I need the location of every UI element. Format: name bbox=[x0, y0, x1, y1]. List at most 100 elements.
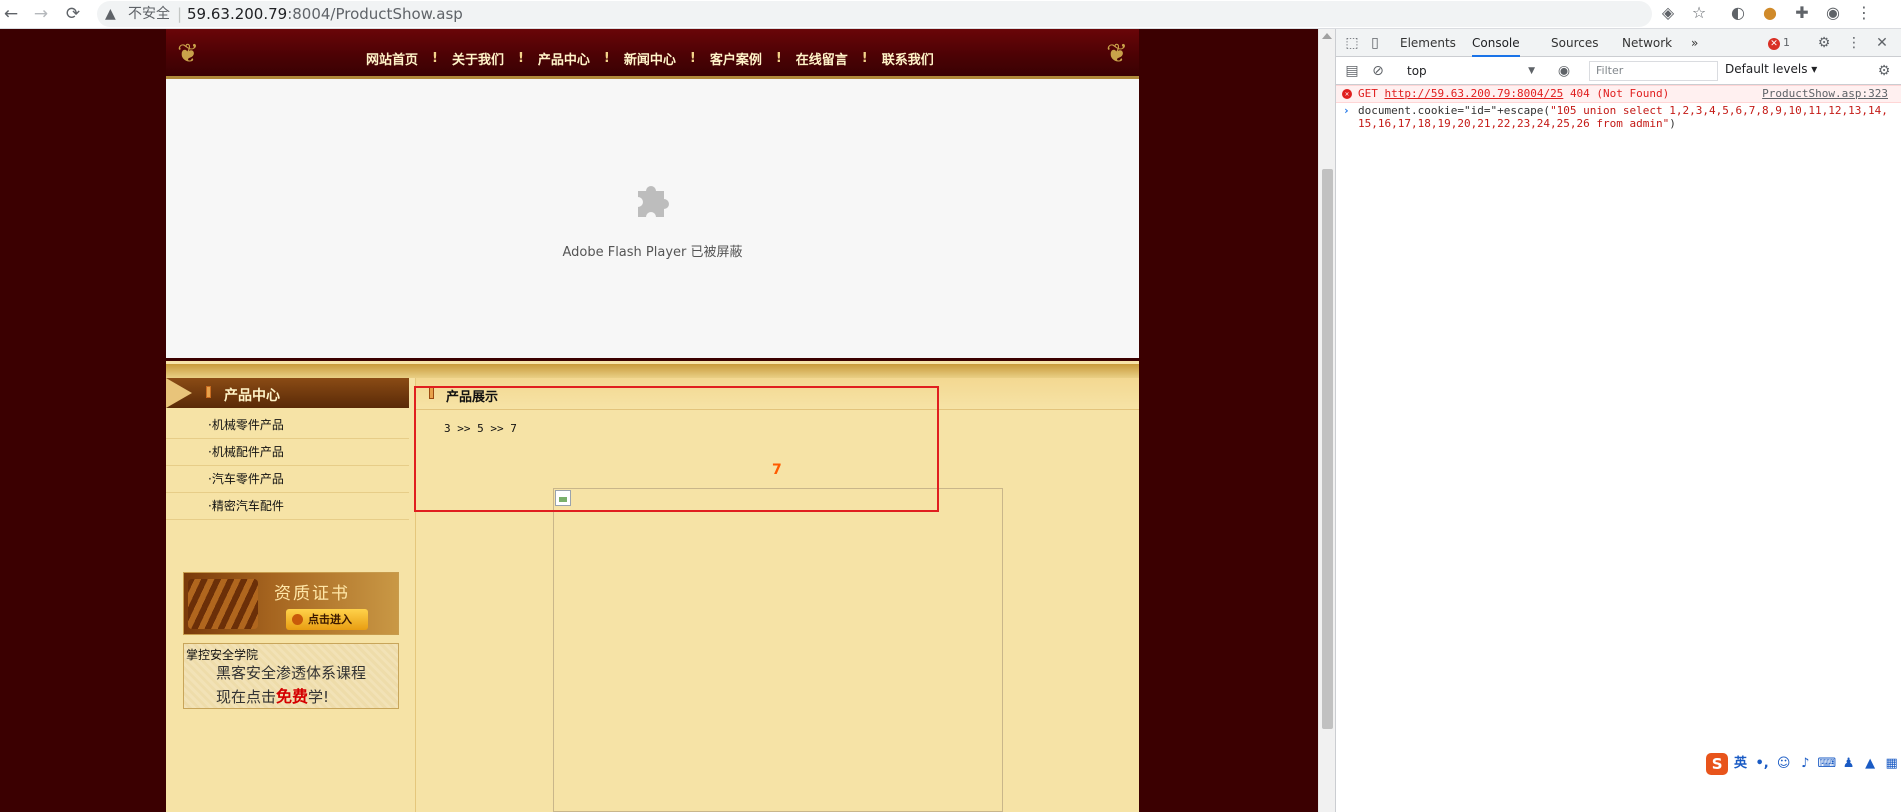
context-selector[interactable]: top ▼ bbox=[1407, 61, 1535, 81]
tab-sources[interactable]: Sources bbox=[1551, 29, 1598, 57]
cookie-extension-icon[interactable]: ● bbox=[1758, 1, 1782, 25]
more-tabs-button[interactable]: » bbox=[1691, 29, 1698, 57]
punctuation-icon[interactable]: •, bbox=[1753, 754, 1772, 774]
free-highlight: 免费 bbox=[276, 687, 309, 706]
extension-shield-icon[interactable]: ◐ bbox=[1726, 1, 1750, 25]
back-button[interactable]: ← bbox=[0, 3, 22, 25]
category-item[interactable]: ·汽车零件产品 bbox=[166, 466, 409, 493]
sidebar-header: 产品中心 bbox=[166, 378, 409, 408]
insecure-label: 不安全 bbox=[128, 6, 170, 22]
tab-console[interactable]: Console bbox=[1472, 29, 1520, 57]
category-item[interactable]: ·机械配件产品 bbox=[166, 439, 409, 466]
section-header: 产品展示 bbox=[416, 378, 1139, 410]
prompt-chevron-icon: › bbox=[1343, 104, 1350, 117]
academy-title: 掌控安全学院 bbox=[186, 648, 259, 662]
nav-cases[interactable]: 客户案例 bbox=[710, 49, 762, 68]
warning-icon: ▲ bbox=[105, 6, 116, 22]
command-suffix: ) bbox=[1669, 117, 1676, 130]
forward-button[interactable]: → bbox=[30, 3, 52, 25]
microphone-icon[interactable]: ♪ bbox=[1796, 754, 1815, 774]
address-separator: | bbox=[177, 5, 183, 23]
address-bar[interactable]: ▲ 不安全 | 59.63.200.79:8004/ProductShow.as… bbox=[97, 1, 1652, 27]
enter-button[interactable]: 点击进入 bbox=[286, 609, 368, 630]
nav-separator: ! bbox=[775, 50, 782, 66]
url-path: :8004/ProductShow.asp bbox=[287, 5, 463, 23]
error-count: 1 bbox=[1783, 36, 1790, 49]
sidebar-toggle-icon[interactable]: ▤ bbox=[1342, 61, 1362, 81]
flash-blocked-message: Adobe Flash Player 已被屏蔽 bbox=[562, 245, 743, 260]
console-toolbar: ▤ ⊘ top ▼ ◉ Filter Default levels ▾ ⚙ bbox=[1336, 57, 1901, 85]
academy-ad[interactable]: 掌控安全学院 黑客安全渗透体系课程 现在点击免费学! bbox=[183, 643, 399, 709]
nav-separator: ! bbox=[517, 50, 524, 66]
nav-separator: ! bbox=[603, 50, 610, 66]
emoji-icon[interactable]: ☺ bbox=[1774, 754, 1793, 774]
clear-console-icon[interactable]: ⊘ bbox=[1368, 61, 1388, 81]
url-host: 59.63.200.79 bbox=[187, 5, 288, 23]
nav-products[interactable]: 产品中心 bbox=[538, 49, 590, 68]
close-devtools-icon[interactable]: ✕ bbox=[1872, 33, 1892, 53]
page-scrollbar[interactable] bbox=[1318, 29, 1335, 812]
devtools-menu-icon[interactable]: ⋮ bbox=[1844, 33, 1864, 53]
console-filter-input[interactable]: Filter bbox=[1589, 61, 1718, 81]
extension-blocked-icon[interactable]: ◈ bbox=[1656, 1, 1680, 25]
ime-language-toggle[interactable]: 英 bbox=[1731, 754, 1750, 774]
console-settings-gear-icon[interactable]: ⚙ bbox=[1874, 61, 1894, 81]
chevron-down-icon: ▼ bbox=[1528, 66, 1535, 76]
scroll-up-arrow-icon[interactable] bbox=[1322, 33, 1332, 39]
nav-message[interactable]: 在线留言 bbox=[796, 49, 848, 68]
bookmark-star-icon[interactable]: ☆ bbox=[1687, 1, 1711, 25]
error-url-link[interactable]: http://59.63.200.79:8004/25 bbox=[1385, 87, 1564, 100]
error-source-link[interactable]: ProductShow.asp:323 bbox=[1762, 86, 1888, 102]
nav-news[interactable]: 新闻中心 bbox=[624, 49, 676, 68]
category-list: ·机械零件产品 ·机械配件产品 ·汽车零件产品 ·精密汽车配件 bbox=[166, 412, 409, 520]
scrollbar-thumb[interactable] bbox=[1322, 169, 1333, 729]
browser-toolbar: ← → ⟳ ▲ 不安全 | 59.63.200.79:8004/ProductS… bbox=[0, 0, 1901, 29]
log-levels-dropdown[interactable]: Default levels ▾ bbox=[1725, 62, 1817, 76]
error-method: GET bbox=[1358, 87, 1378, 100]
section-bullet-icon bbox=[429, 387, 434, 399]
nav-separator: ! bbox=[689, 50, 696, 66]
plugin-puzzle-icon bbox=[638, 186, 669, 217]
url-text[interactable]: 59.63.200.79:8004/ProductShow.asp bbox=[187, 1, 463, 27]
tab-network[interactable]: Network bbox=[1622, 29, 1672, 57]
console-command-row[interactable]: › document.cookie="id="+escape("105 unio… bbox=[1336, 104, 1901, 156]
toolbox-icon[interactable]: ▦ bbox=[1882, 754, 1901, 774]
sidebar-title: 产品中心 bbox=[224, 388, 280, 404]
skin-icon[interactable]: ▲ bbox=[1861, 754, 1880, 774]
devtools-panel: ⬚ ▯ Elements Console Sources Network » ✕… bbox=[1335, 29, 1901, 812]
site-nav-bar: ❦ ❦ 网站首页 ! 关于我们 ! 产品中心 ! 新闻中心 ! 客户案例 ! 在… bbox=[166, 29, 1139, 79]
ime-logo-icon[interactable]: S bbox=[1706, 753, 1729, 775]
nav-home[interactable]: 网站首页 bbox=[366, 49, 418, 68]
category-item[interactable]: ·机械零件产品 bbox=[166, 412, 409, 439]
product-id-value: 7 bbox=[772, 462, 782, 478]
puzzle-extensions-icon[interactable]: ✚ bbox=[1790, 1, 1814, 25]
decorative-band bbox=[166, 364, 1139, 378]
settings-gear-icon[interactable]: ⚙ bbox=[1814, 33, 1834, 53]
device-toggle-icon[interactable]: ▯ bbox=[1365, 33, 1385, 53]
tab-elements[interactable]: Elements bbox=[1400, 29, 1456, 57]
flash-placeholder[interactable]: Adobe Flash Player 已被屏蔽 bbox=[166, 79, 1139, 361]
page-viewport: ❦ ❦ 网站首页 ! 关于我们 ! 产品中心 ! 新闻中心 ! 客户案例 ! 在… bbox=[0, 29, 1318, 812]
error-status: 404 (Not Found) bbox=[1569, 87, 1670, 100]
site-nav-links: 网站首页 ! 关于我们 ! 产品中心 ! 新闻中心 ! 客户案例 ! 在线留言 … bbox=[366, 47, 966, 69]
section-title: 产品展示 bbox=[446, 390, 499, 405]
certificate-banner[interactable]: 资质证书 点击进入 bbox=[183, 572, 399, 635]
nav-contact[interactable]: 联系我们 bbox=[882, 49, 934, 68]
error-count-badge[interactable]: ✕ 1 bbox=[1768, 36, 1790, 50]
header-bullet-icon bbox=[206, 386, 211, 398]
main-content: 产品展示 3 >> 5 >> 7 7 bbox=[416, 378, 1139, 812]
user-settings-icon[interactable]: ♟ bbox=[1839, 754, 1858, 774]
command-prefix: document.cookie="id="+escape( bbox=[1358, 104, 1551, 117]
error-message: GET http://59.63.200.79:8004/25 404 (Not… bbox=[1358, 86, 1669, 102]
eye-live-expression-icon[interactable]: ◉ bbox=[1554, 61, 1574, 81]
category-item[interactable]: ·精密汽车配件 bbox=[166, 493, 409, 520]
menu-kebab-icon[interactable]: ⋮ bbox=[1852, 1, 1876, 25]
nav-about[interactable]: 关于我们 bbox=[452, 49, 504, 68]
reload-button[interactable]: ⟳ bbox=[62, 3, 84, 25]
inspect-element-icon[interactable]: ⬚ bbox=[1342, 33, 1362, 53]
academy-line-2-suffix: 学! bbox=[308, 688, 330, 706]
profile-avatar-icon[interactable]: ◉ bbox=[1821, 1, 1845, 25]
keyboard-icon[interactable]: ⌨ bbox=[1818, 754, 1837, 774]
command-text[interactable]: document.cookie="id="+escape("105 union … bbox=[1358, 104, 1888, 130]
certificate-title: 资质证书 bbox=[274, 584, 350, 604]
